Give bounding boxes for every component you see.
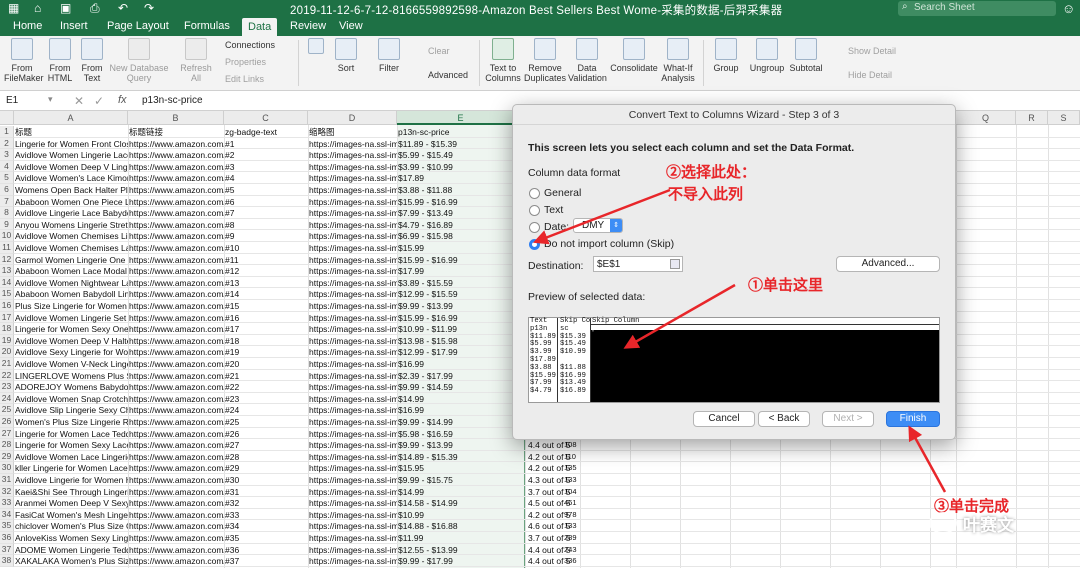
annotation-step1: ①单击这里 [748,277,824,294]
annotation-arrows [532,188,947,493]
arrow-step1 [623,283,736,349]
wechat-logo-icon [929,512,957,534]
watermark-text: 叶赛文 [963,516,1014,535]
annotation-step2-line1: ②选择此处： [666,164,757,181]
annotation-step2-line2: 不导入此列 [668,186,744,203]
arrow-step3 [908,425,947,493]
arrow-step2 [532,188,671,245]
